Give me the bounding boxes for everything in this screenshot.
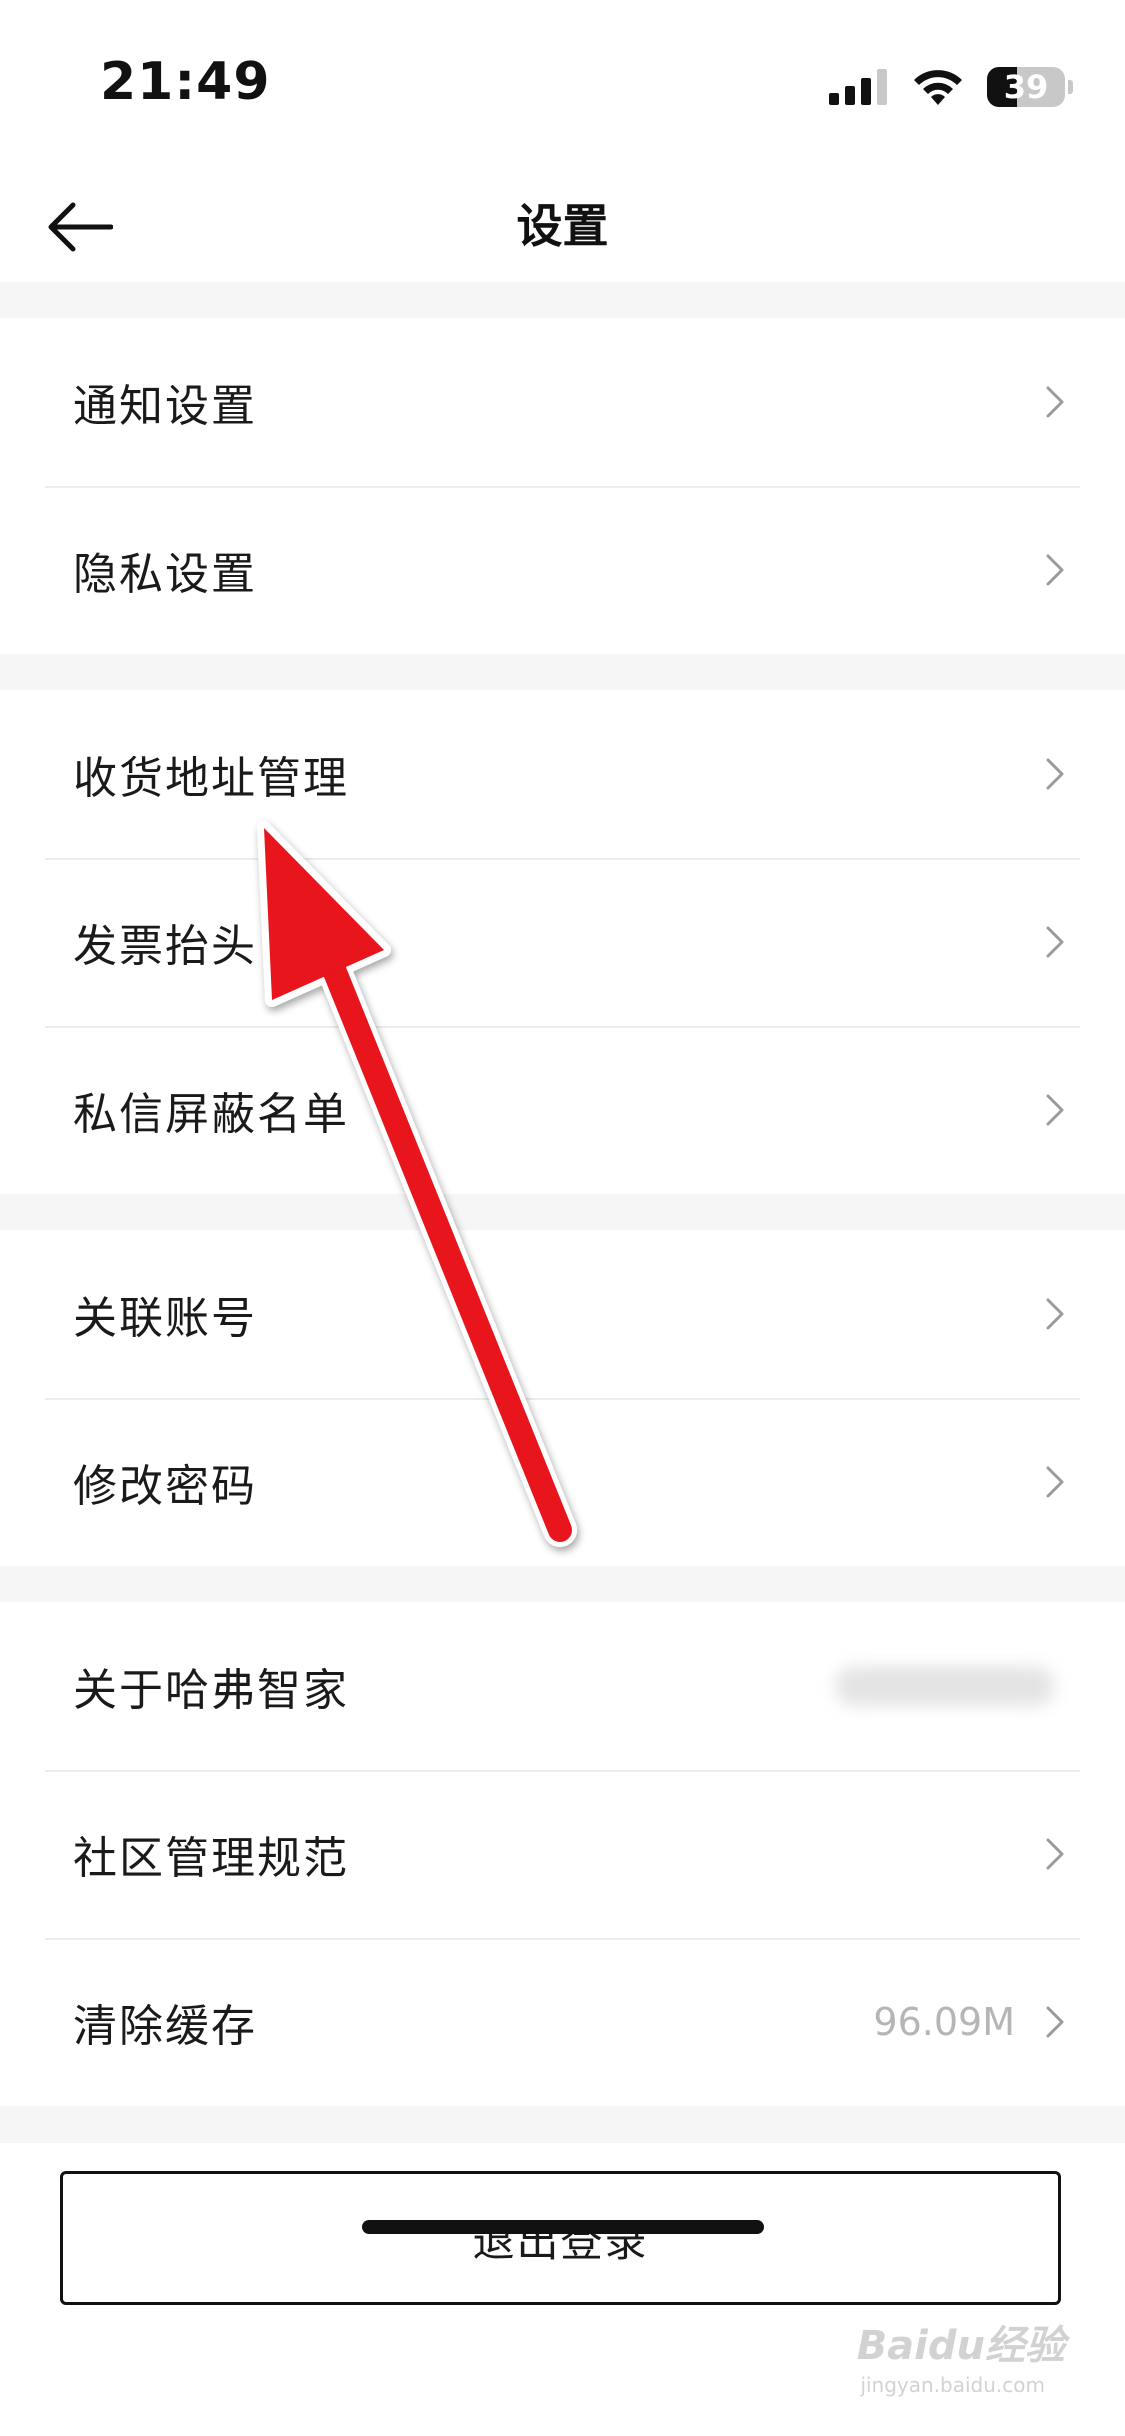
settings-group-commerce: 收货地址管理 发票抬头 私信屏蔽名单: [0, 690, 1125, 1194]
settings-item-label: 清除缓存: [73, 2001, 257, 2052]
settings-item-label: 私信屏蔽名单: [73, 1089, 349, 1140]
settings-group-about: 关于哈弗智家 社区管理规范 清除缓存 96.09M: [0, 1602, 1125, 2106]
chevron-right-icon: [1046, 554, 1064, 586]
settings-group-account: 关联账号 修改密码: [0, 1230, 1125, 1566]
settings-item-label: 关于哈弗智家: [73, 1665, 349, 1716]
settings-item-label: 发票抬头: [73, 921, 257, 972]
settings-item-privacy[interactable]: 隐私设置: [0, 486, 1125, 654]
chevron-right-icon: [1046, 1838, 1064, 1870]
blurred-version-value: [835, 1666, 1055, 1706]
chevron-right-icon: [1046, 1466, 1064, 1498]
page-title: 设置: [516, 199, 609, 253]
settings-item-label: 通知设置: [73, 381, 257, 432]
home-indicator: [362, 2220, 764, 2234]
chevron-right-icon: [1046, 926, 1064, 958]
baidu-watermark-url: jingyan.baidu.com: [860, 2373, 1045, 2397]
cellular-signal-icon: [829, 69, 887, 105]
chevron-right-icon: [1046, 1094, 1064, 1126]
settings-item-label: 收货地址管理: [73, 753, 349, 804]
baidu-watermark: Baidu经验: [856, 2323, 1065, 2369]
status-time: 21:49: [100, 52, 271, 112]
cache-size-value: 96.09M: [873, 2000, 1015, 2044]
settings-item-invoice-header[interactable]: 发票抬头: [0, 858, 1125, 1026]
chevron-right-icon: [1046, 1298, 1064, 1330]
settings-group-notifications: 通知设置 隐私设置: [0, 318, 1125, 654]
settings-item-shipping-address[interactable]: 收货地址管理: [0, 690, 1125, 858]
settings-item-label: 社区管理规范: [73, 1833, 349, 1884]
battery-tip: [1068, 80, 1073, 94]
settings-item-message-blocklist[interactable]: 私信屏蔽名单: [0, 1026, 1125, 1194]
battery-percentage: 39: [1003, 68, 1049, 106]
settings-item-label: 隐私设置: [73, 549, 257, 600]
settings-item-label: 修改密码: [73, 1461, 257, 1512]
logout-area: 退出登录 Baidu经验 jingyan.baidu.com: [0, 2143, 1125, 2436]
chevron-right-icon: [1046, 758, 1064, 790]
battery-icon: 39: [987, 67, 1073, 107]
settings-item-about[interactable]: 关于哈弗智家: [0, 1602, 1125, 1770]
settings-item-notifications[interactable]: 通知设置: [0, 318, 1125, 486]
settings-item-community-rules[interactable]: 社区管理规范: [0, 1770, 1125, 1938]
nav-bar: 设置: [0, 170, 1125, 282]
chevron-right-icon: [1046, 2006, 1064, 2038]
settings-item-label: 关联账号: [73, 1293, 257, 1344]
logout-button[interactable]: 退出登录: [60, 2171, 1061, 2305]
status-bar: 21:49 39: [0, 0, 1125, 170]
wifi-icon: [914, 70, 962, 105]
settings-item-linked-accounts[interactable]: 关联账号: [0, 1230, 1125, 1398]
chevron-right-icon: [1046, 386, 1064, 418]
settings-item-change-password[interactable]: 修改密码: [0, 1398, 1125, 1566]
status-icons: 39: [829, 62, 1073, 112]
settings-item-clear-cache[interactable]: 清除缓存 96.09M: [0, 1938, 1125, 2106]
